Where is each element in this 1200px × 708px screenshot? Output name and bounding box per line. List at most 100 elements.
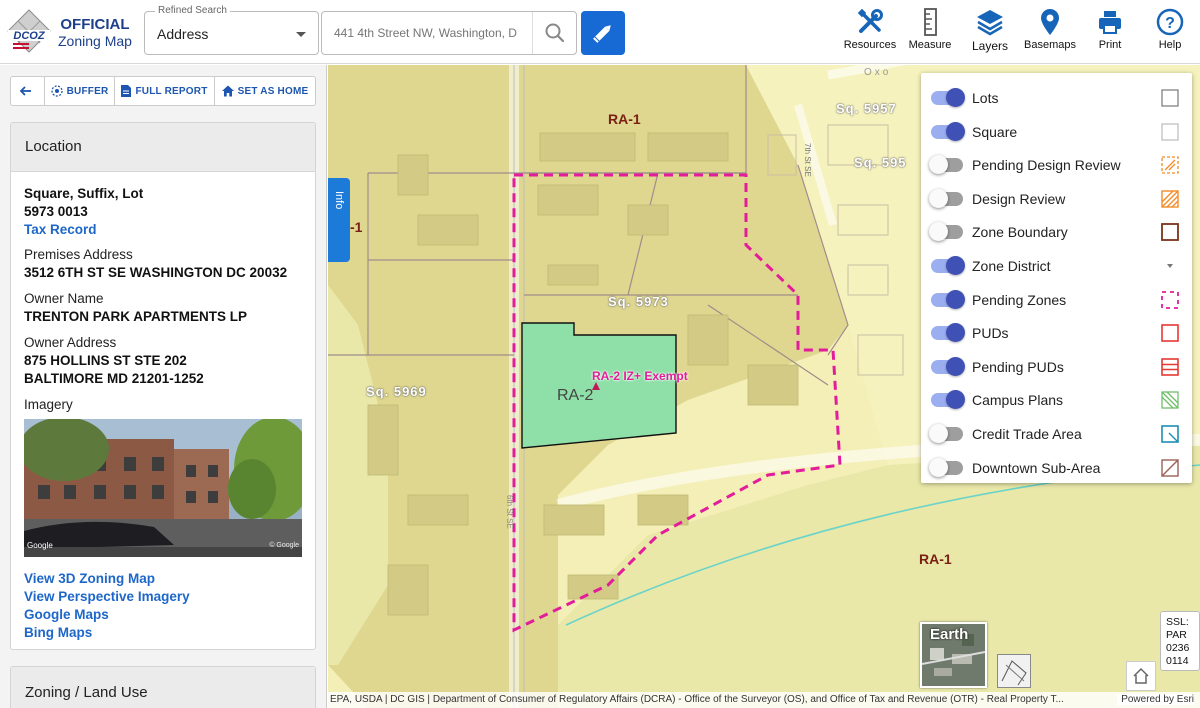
layer-toggle-zone-district[interactable]: [931, 256, 965, 275]
street-label-6th: 6th St SE: [505, 495, 514, 529]
layer-row-lots[interactable]: Lots: [921, 81, 1192, 114]
buffer-button[interactable]: BUFFER: [45, 77, 115, 105]
street-view-photo[interactable]: Google © Google: [24, 419, 302, 557]
toggle-knob: [929, 457, 948, 477]
location-card-header[interactable]: Location: [11, 123, 315, 172]
layer-name-pending-puds: Pending PUDs: [972, 358, 1064, 375]
info-tab[interactable]: Info: [328, 178, 350, 262]
location-card-body: Square, Suffix, Lot 5973 0013 Tax Record…: [11, 172, 315, 642]
layer-row-pending-design-review[interactable]: Pending Design Review: [921, 148, 1192, 181]
toggle-knob: [946, 121, 965, 141]
downtown-sub-area-swatch-icon: [1161, 458, 1179, 477]
zoning-land-use-header[interactable]: Zoning / Land Use: [11, 667, 315, 708]
layer-name-square: Square: [972, 123, 1018, 140]
toggle-knob: [946, 256, 965, 275]
layer-row-square[interactable]: Square: [921, 115, 1192, 148]
square-label-595: Sq. 595: [854, 155, 907, 170]
search-button[interactable]: [532, 12, 576, 54]
pending-puds-swatch-icon: [1161, 357, 1179, 376]
tax-record-link[interactable]: Tax Record: [24, 221, 302, 239]
layer-row-downtown-sub-area[interactable]: Downtown Sub-Area: [921, 451, 1192, 483]
layer-toggle-design-review[interactable]: [929, 188, 963, 208]
layer-toggle-zone-boundary[interactable]: [929, 222, 963, 242]
tool-layers[interactable]: Layers: [964, 8, 1016, 58]
logo-abbr: DCOZ: [13, 30, 45, 42]
logo-text: OFFICIAL Zoning Map: [58, 16, 132, 50]
layer-row-puds[interactable]: PUDs: [921, 316, 1192, 349]
layer-toggle-pending-design-review[interactable]: [929, 155, 963, 175]
layer-row-zone-boundary[interactable]: Zone Boundary: [921, 215, 1192, 248]
layer-toggle-credit-trade-area[interactable]: [929, 424, 963, 443]
ssl-readout-line4: 0114: [1166, 655, 1189, 667]
toggle-knob: [946, 88, 965, 107]
square-label-5969: Sq. 5969: [366, 384, 427, 399]
tool-basemaps[interactable]: Basemaps: [1022, 8, 1078, 58]
puds-swatch-icon: [1161, 324, 1179, 342]
bing-maps-link[interactable]: Bing Maps: [24, 624, 302, 642]
layer-name-puds: PUDs: [972, 325, 1009, 342]
help-icon: ?: [1156, 8, 1184, 36]
layer-row-campus-plans[interactable]: Campus Plans: [921, 383, 1192, 416]
owner-name-value: TRENTON PARK APARTMENTS LP: [24, 309, 248, 324]
photo-copyright: © Google: [269, 542, 299, 549]
logo-line1: OFFICIAL: [60, 16, 130, 33]
tool-resources[interactable]: Resources: [842, 8, 898, 58]
set-as-home-button[interactable]: SET AS HOME: [215, 77, 315, 105]
layer-row-pending-zones[interactable]: Pending Zones: [921, 283, 1192, 316]
earth-basemap-toggle[interactable]: Earth: [920, 622, 987, 688]
search-type-select[interactable]: Refined Search Address: [144, 5, 319, 55]
zoning-land-use-card: Zoning / Land Use: [10, 666, 316, 708]
expand-caret-icon[interactable]: [1161, 257, 1179, 275]
set-as-home-label: SET AS HOME: [237, 85, 309, 97]
tool-help[interactable]: ? Help: [1148, 8, 1192, 58]
toggle-knob: [946, 356, 965, 376]
toggle-knob: [946, 323, 965, 343]
powered-by-esri-link[interactable]: Powered by Esri: [1117, 694, 1194, 705]
owner-address-line2: BALTIMORE MD 21201-1252: [24, 371, 204, 386]
zone-label-ra1-bottom: RA-1: [919, 551, 952, 567]
layer-list-panel: Lots Square Pending Design Review Design Re…: [921, 73, 1192, 483]
ssl-readout-line1: SSL:: [1166, 616, 1189, 628]
layer-toggle-campus-plans[interactable]: [931, 390, 965, 410]
chevron-down-icon: [296, 32, 306, 37]
full-report-button[interactable]: FULL REPORT: [115, 77, 215, 105]
dcoz-logo[interactable]: DCOZ: [6, 8, 52, 54]
toggle-knob: [929, 222, 948, 242]
layer-toggle-square[interactable]: [931, 121, 965, 141]
back-button[interactable]: [11, 77, 45, 105]
layer-row-credit-trade-area[interactable]: Credit Trade Area: [921, 417, 1192, 450]
search-input[interactable]: [323, 13, 533, 53]
pencil-icon: [593, 25, 611, 43]
street-view-image: [24, 419, 302, 557]
layer-name-credit-trade-area: Credit Trade Area: [972, 426, 1082, 442]
view-3d-zoning-map-link[interactable]: View 3D Zoning Map: [24, 570, 302, 588]
toggle-knob: [929, 424, 948, 443]
view-perspective-imagery-link[interactable]: View Perspective Imagery: [24, 588, 302, 606]
street-label-oxon: Oxo: [864, 67, 892, 78]
layer-toggle-pending-zones[interactable]: [931, 289, 965, 309]
layer-row-design-review[interactable]: Design Review: [921, 182, 1192, 215]
pending-zones-swatch-icon: [1161, 290, 1179, 309]
topo-basemap-toggle[interactable]: [997, 654, 1031, 688]
layer-toggle-pending-puds[interactable]: [931, 356, 965, 376]
layer-row-zone-district[interactable]: Zone District: [921, 249, 1192, 282]
layer-toggle-downtown-sub-area[interactable]: [929, 457, 963, 477]
layer-toggle-puds[interactable]: [931, 323, 965, 343]
layer-name-downtown-sub-area: Downtown Sub-Area: [972, 459, 1101, 476]
map-pin-icon: [1041, 9, 1059, 35]
home-icon: [221, 85, 234, 97]
tool-print[interactable]: Print: [1088, 8, 1132, 58]
premises-address-label: Premises Address: [24, 247, 133, 262]
draw-button[interactable]: [581, 11, 625, 55]
topo-thumbnail: [1001, 660, 1027, 686]
campus-plans-swatch-icon: [1161, 391, 1179, 410]
map-home-button[interactable]: [1126, 661, 1156, 691]
owner-address-line1: 875 HOLLINS ST STE 202: [24, 353, 187, 368]
layer-row-pending-puds[interactable]: Pending PUDs: [921, 350, 1192, 383]
tools-icon: [857, 8, 883, 33]
layer-toggle-lots[interactable]: [931, 88, 965, 107]
map-view[interactable]: Info RA-1 -1 RA-1 RA-2 RA-2 IZ+ Exempt S…: [328, 65, 1200, 708]
tool-measure[interactable]: Measure: [904, 8, 956, 58]
google-maps-link[interactable]: Google Maps: [24, 606, 302, 624]
imagery-links: View 3D Zoning Map View Perspective Imag…: [24, 570, 302, 642]
